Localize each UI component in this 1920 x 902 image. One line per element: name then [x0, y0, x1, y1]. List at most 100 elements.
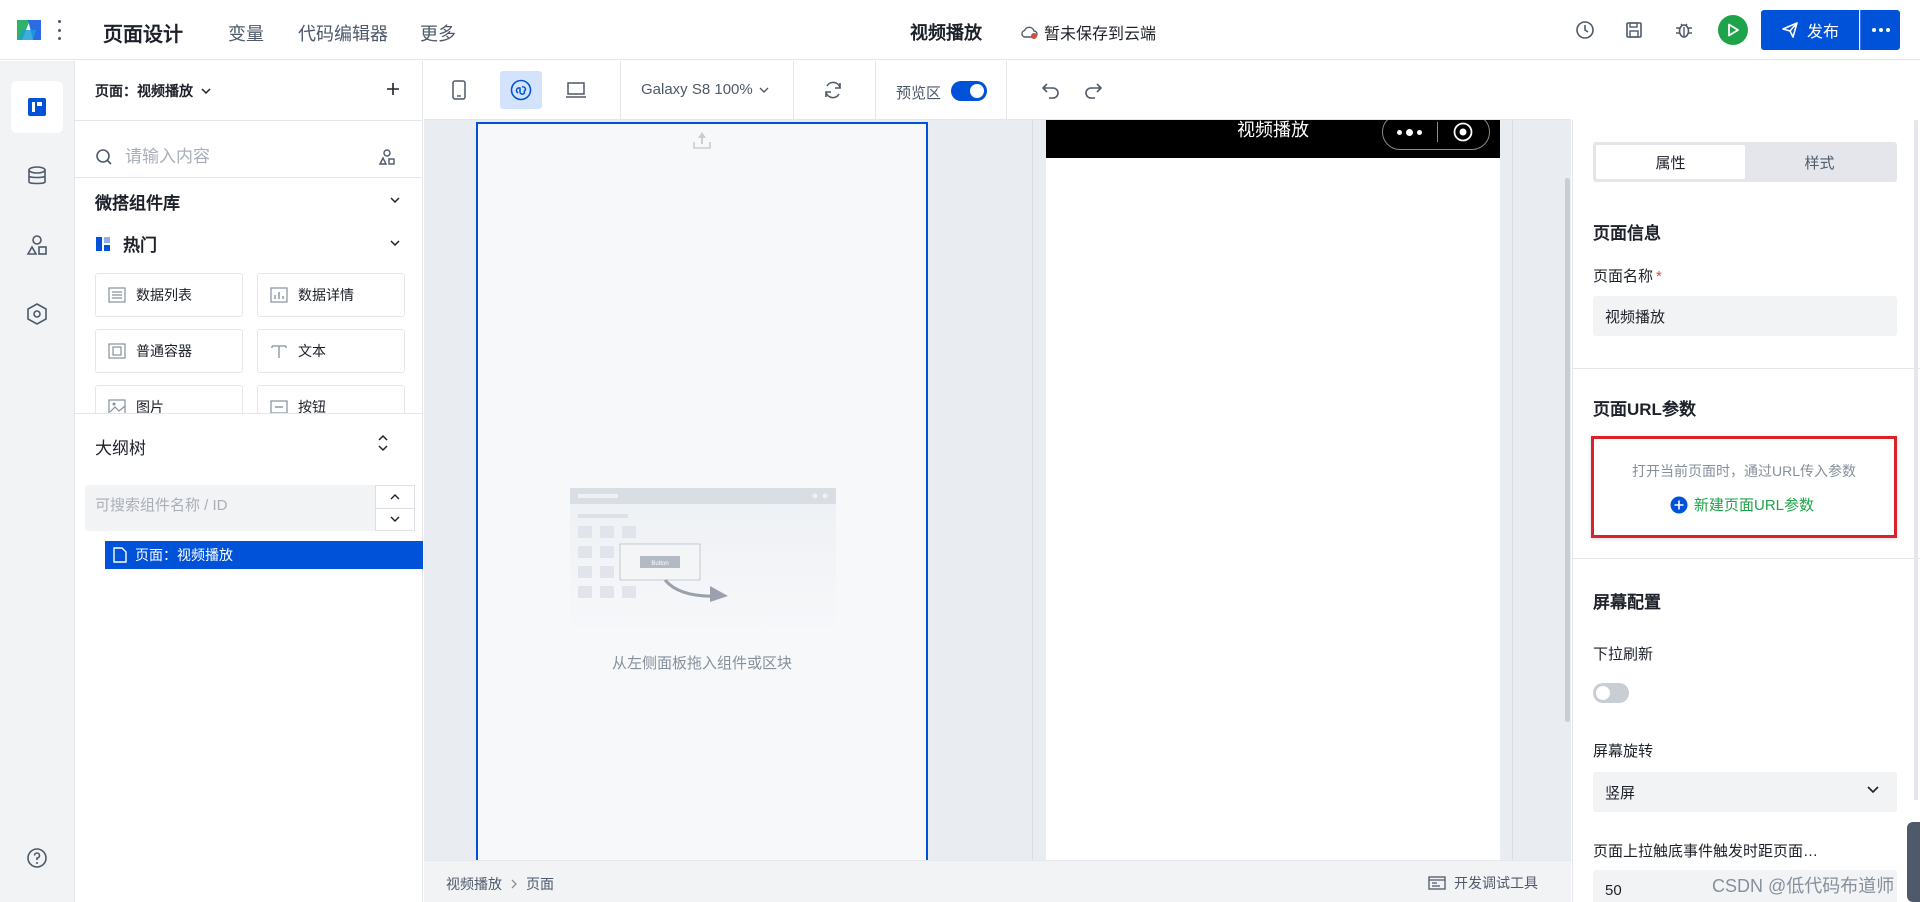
- rotation-select[interactable]: 竖屏: [1593, 772, 1897, 812]
- component-search-input[interactable]: [125, 147, 365, 167]
- component-container[interactable]: 普通容器: [95, 329, 243, 373]
- canvas-toolbar: Galaxy S8 100% 预览区: [424, 61, 1571, 120]
- pull-refresh-toggle[interactable]: [1593, 683, 1629, 703]
- canvas-scroll-track: [1512, 120, 1513, 860]
- divider: [875, 61, 876, 120]
- component-filter-icon[interactable]: [377, 147, 397, 167]
- mobile-view-button[interactable]: [438, 71, 480, 109]
- component-text[interactable]: 文本: [257, 329, 405, 373]
- component-data-list[interactable]: 数据列表: [95, 273, 243, 317]
- chevron-down-icon[interactable]: [388, 236, 402, 250]
- publish-button[interactable]: 发布: [1761, 10, 1859, 50]
- component-data-detail[interactable]: 数据详情: [257, 273, 405, 317]
- save-status: 暂未保存到云端: [1020, 20, 1156, 44]
- current-page-title: 视频播放: [910, 23, 982, 43]
- stepper-up-button[interactable]: [376, 486, 414, 508]
- rail-page-design[interactable]: [11, 81, 63, 133]
- desktop-view-button[interactable]: [555, 71, 597, 109]
- tree-node-page[interactable]: 页面：视频播放: [105, 541, 423, 569]
- menu-code-editor[interactable]: 代码编辑器: [298, 20, 388, 46]
- page-info-title: 页面信息: [1593, 224, 1661, 243]
- page-name-field[interactable]: 视频播放: [1593, 296, 1897, 336]
- preview-label: 预览区: [896, 85, 942, 102]
- library-title[interactable]: 微搭组件库: [95, 189, 180, 214]
- component-label: 数据列表: [136, 287, 192, 303]
- tree-node-label: 页面：视频播放: [135, 547, 233, 563]
- add-page-icon[interactable]: [383, 79, 403, 99]
- save-icon[interactable]: [1622, 18, 1646, 42]
- breadcrumb: 视频播放 页面: [446, 874, 554, 894]
- preview-toggle[interactable]: [951, 81, 987, 101]
- chevron-up-icon: [390, 493, 400, 500]
- properties-scrollbar[interactable]: [1914, 120, 1918, 800]
- refresh-icon: [825, 81, 841, 99]
- rail-settings[interactable]: [11, 288, 63, 340]
- rail-data[interactable]: [11, 150, 63, 202]
- app-menu-dots-icon[interactable]: [56, 20, 62, 40]
- edit-frame[interactable]: Button 从左侧面板拖入组件或区块: [476, 122, 928, 860]
- component-label: 文本: [298, 343, 326, 359]
- side-handle[interactable]: [1907, 822, 1920, 902]
- debug-bug-icon[interactable]: [1672, 18, 1696, 42]
- shapes-icon: [26, 235, 47, 255]
- outline-search-input[interactable]: [95, 497, 355, 514]
- publish-label: 发布: [1806, 24, 1839, 41]
- chevron-down-icon: [201, 88, 211, 95]
- laptop-icon: [566, 82, 586, 98]
- history-icon[interactable]: [1573, 18, 1597, 42]
- hot-category-icon: [96, 236, 110, 251]
- chevron-down-icon: [390, 516, 400, 523]
- hot-category[interactable]: 热门: [95, 231, 157, 256]
- publish-more-button[interactable]: [1860, 10, 1900, 50]
- refresh-button[interactable]: [812, 71, 854, 109]
- text-icon: [271, 345, 287, 358]
- breadcrumb-item[interactable]: 视频播放: [446, 874, 502, 894]
- redo-button[interactable]: [1072, 71, 1114, 109]
- design-canvas: Button 从左侧面板拖入组件或区块 视频播放: [424, 120, 1571, 860]
- mobile-icon: [452, 80, 466, 100]
- component-image[interactable]: 图片: [95, 385, 243, 413]
- tab-styles[interactable]: 样式: [1745, 145, 1894, 179]
- breadcrumb-item[interactable]: 页面: [526, 874, 554, 894]
- tab-properties[interactable]: 属性: [1596, 145, 1745, 179]
- rail-components[interactable]: [11, 219, 63, 271]
- preview-frame: 视频播放: [1046, 120, 1500, 860]
- expand-collapse-icon[interactable]: [376, 433, 390, 453]
- app-logo-icon[interactable]: [14, 16, 44, 44]
- reach-bottom-label: 页面上拉触底事件触发时距页面…: [1593, 843, 1819, 860]
- page-selector[interactable]: 页面：视频播放: [95, 81, 211, 101]
- divider: [1573, 558, 1920, 559]
- watermark: CSDN @低代码布道师: [1712, 876, 1895, 896]
- run-preview-button[interactable]: [1718, 15, 1748, 45]
- cloud-warning-icon: [1021, 26, 1038, 39]
- chevron-down-icon: [759, 87, 769, 93]
- canvas-scrollbar[interactable]: [1565, 178, 1570, 722]
- component-label: 按钮: [298, 399, 326, 413]
- pull-refresh-label: 下拉刷新: [1593, 646, 1654, 663]
- stepper-down-button[interactable]: [376, 507, 414, 531]
- page-file-icon: [113, 547, 127, 563]
- component-grid: 数据列表 数据详情 普通容器 文本 图片 按钮: [95, 273, 405, 413]
- drop-target-icon: [693, 132, 711, 149]
- rail-help[interactable]: [11, 832, 63, 884]
- capsule-close-icon[interactable]: [1437, 122, 1489, 142]
- capsule-more-icon[interactable]: [1383, 128, 1437, 136]
- chevron-down-icon[interactable]: [388, 193, 402, 207]
- device-selector[interactable]: Galaxy S8 100%: [641, 81, 769, 98]
- add-url-param-button[interactable]: 新建页面URL参数: [1670, 494, 1814, 515]
- divider: [75, 177, 423, 178]
- container-icon: [108, 343, 126, 359]
- url-params-hint: 打开当前页面时，通过URL传入参数: [1631, 463, 1856, 479]
- devtools-button[interactable]: 开发调试工具: [1428, 873, 1538, 893]
- save-status-text: 暂未保存到云端: [1044, 26, 1157, 43]
- divider: [1006, 61, 1007, 120]
- menu-variables[interactable]: 变量: [228, 20, 264, 46]
- component-button[interactable]: 按钮: [257, 385, 405, 413]
- send-icon: [1782, 22, 1798, 38]
- search-icon: [96, 149, 112, 165]
- mini-program-view-button[interactable]: [500, 71, 542, 109]
- undo-button[interactable]: [1030, 71, 1072, 109]
- mini-program-capsule[interactable]: [1382, 120, 1490, 150]
- menu-more[interactable]: 更多: [420, 20, 456, 46]
- undo-icon: [1041, 83, 1059, 99]
